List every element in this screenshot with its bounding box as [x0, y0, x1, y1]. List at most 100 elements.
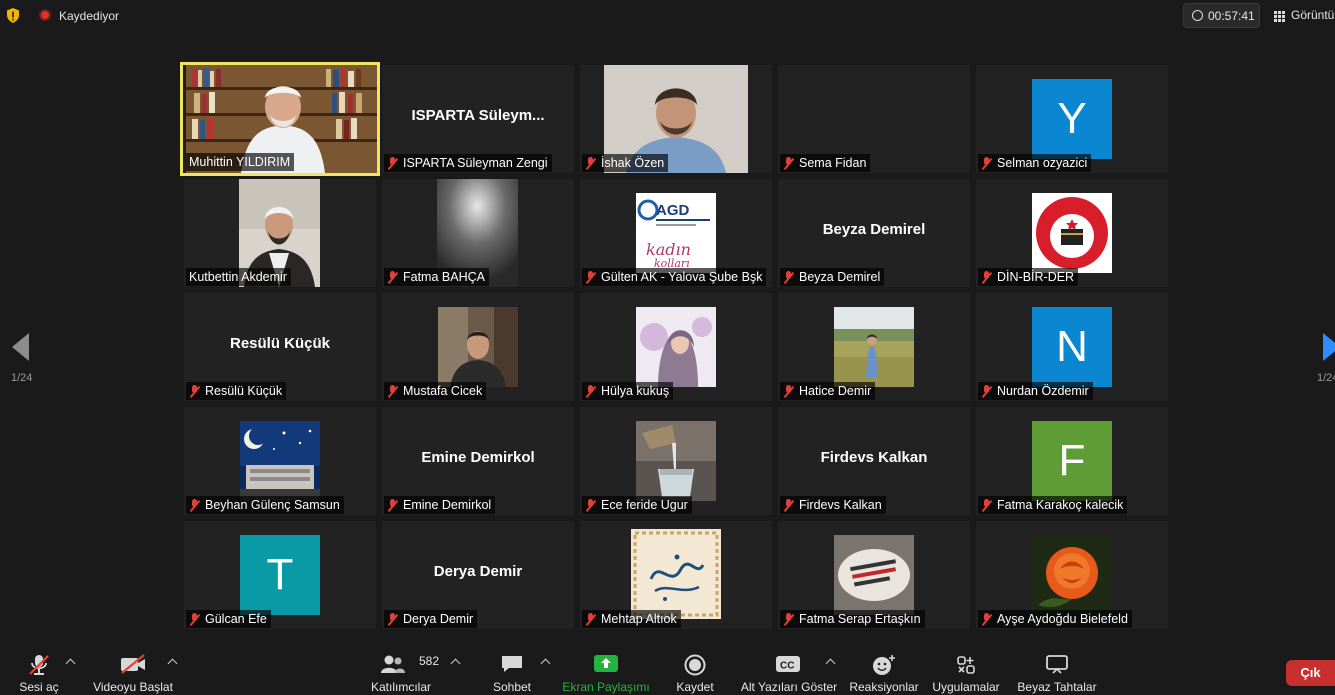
- participant-name-label: Beyhan Gülenç Samsun: [186, 496, 344, 514]
- participant-display-name: Emine Demirkol: [421, 449, 535, 466]
- mic-muted-icon: [585, 270, 596, 284]
- participant-display-name: Firdevs Kalkan: [820, 449, 928, 466]
- whiteboards-button[interactable]: Beyaz Tahtalar: [1012, 645, 1102, 695]
- whiteboards-label: Beyaz Tahtalar: [1017, 680, 1097, 694]
- participant-tile[interactable]: Derya Demir Derya Demir: [382, 521, 574, 629]
- participant-name: Firdevs Kalkan: [799, 498, 882, 512]
- participant-tile[interactable]: DİN-BİR-DER: [976, 179, 1168, 287]
- participant-tile[interactable]: Muhittin YILDIRIM: [180, 62, 380, 176]
- view-label: Görüntü: [1291, 8, 1335, 22]
- chat-options-caret-icon[interactable]: [540, 658, 551, 669]
- participant-tile[interactable]: İshak Özen: [580, 65, 772, 173]
- mic-muted-icon: [783, 498, 794, 512]
- recording-icon[interactable]: [39, 9, 51, 21]
- participant-name: Mehtap Altıok: [601, 612, 677, 626]
- share-screen-icon: [594, 655, 618, 672]
- start-video-button[interactable]: Videoyu Başlat: [88, 645, 178, 695]
- participant-name-label: Hülya kukuş: [582, 382, 674, 400]
- participant-tile[interactable]: Mehtap Altıok: [580, 521, 772, 629]
- participant-name-label: Muhittin YILDIRIM: [186, 153, 295, 171]
- participant-name: Kutbettin Akdemir: [189, 270, 287, 284]
- mic-muted-icon: [387, 156, 398, 170]
- top-bar: Kaydediyor 00:57:41 Görüntü: [0, 0, 1335, 32]
- participant-name-label: Mehtap Altıok: [582, 610, 681, 628]
- whiteboard-icon: [1046, 655, 1068, 674]
- record-button[interactable]: Kaydet: [668, 645, 722, 695]
- participant-tile[interactable]: Resülü Küçük Resülü Küçük: [184, 293, 376, 401]
- participant-name-label: ISPARTA Süleyman Zengi: [384, 154, 552, 172]
- mic-muted-icon: [783, 270, 794, 284]
- svg-text:AGD: AGD: [656, 202, 690, 219]
- participant-tile[interactable]: Sema Fidan: [778, 65, 970, 173]
- participant-avatar: Y: [1032, 79, 1112, 159]
- participant-photo: [438, 307, 518, 387]
- apps-button[interactable]: Uygulamalar: [928, 645, 1004, 695]
- mic-muted-icon: [981, 270, 992, 284]
- record-icon: [684, 654, 706, 676]
- participant-tile[interactable]: Ece feride Ugur: [580, 407, 772, 515]
- participant-tile[interactable]: Hülya kukuş: [580, 293, 772, 401]
- view-button[interactable]: Görüntü: [1268, 3, 1335, 28]
- chat-label: Sohbet: [492, 680, 532, 694]
- participant-tile[interactable]: N Nurdan Özdemir: [976, 293, 1168, 401]
- participant-tile[interactable]: Hatice Demir: [778, 293, 970, 401]
- mic-muted-icon: [585, 498, 596, 512]
- participant-name: Selman ozyazici: [997, 156, 1088, 170]
- participants-label: Katılımcılar: [370, 680, 431, 694]
- reactions-button[interactable]: Reaksiyonlar: [848, 645, 920, 695]
- participant-tile[interactable]: Emine Demirkol Emine Demirkol: [382, 407, 574, 515]
- participant-display-name: Beyza Demirel: [822, 221, 926, 238]
- mic-muted-icon: [387, 384, 398, 398]
- mic-muted-icon: [189, 612, 200, 626]
- captions-label: Alt Yazıları Göster: [740, 680, 838, 694]
- unmute-label: Sesi aç: [19, 680, 59, 694]
- participant-tile[interactable]: Y Selman ozyazici: [976, 65, 1168, 173]
- participant-name: Muhittin YILDIRIM: [189, 155, 291, 169]
- closed-captions-icon: CC: [776, 656, 801, 672]
- participant-tile[interactable]: F Fatma Karakoç kalecik: [976, 407, 1168, 515]
- participant-tile[interactable]: ISPARTA Süleym... ISPARTA Süleyman Zengi: [382, 65, 574, 173]
- share-screen-button[interactable]: Ekran Paylaşımı: [562, 645, 650, 695]
- participant-name-label: Sema Fidan: [780, 154, 871, 172]
- participant-name-label: Resülü Küçük: [186, 382, 287, 400]
- participant-tile[interactable]: AGD kadın kolları Gülten AK - Yalova Şub…: [580, 179, 772, 287]
- participants-options-caret-icon[interactable]: [450, 658, 461, 669]
- unmute-button[interactable]: Sesi aç: [10, 645, 68, 695]
- recording-label: Kaydediyor: [59, 9, 120, 23]
- participant-tile[interactable]: Fatma Serap Ertaşkın: [778, 521, 970, 629]
- participant-name-label: Ece feride Ugur: [582, 496, 692, 514]
- participant-name: Mustafa Cicek: [403, 384, 483, 398]
- participant-name-label: Kutbettin Akdemir: [186, 268, 291, 286]
- participant-name: Ece feride Ugur: [601, 498, 688, 512]
- participant-name-label: Fatma Serap Ertaşkın: [780, 610, 925, 628]
- participant-name-label: Mustafa Cicek: [384, 382, 487, 400]
- mic-muted-icon: [585, 384, 596, 398]
- start-video-label: Videoyu Başlat: [93, 680, 173, 694]
- participant-tile[interactable]: Fatma BAHÇA: [382, 179, 574, 287]
- reactions-smiley-icon: [873, 655, 895, 675]
- participant-tile[interactable]: Firdevs Kalkan Firdevs Kalkan: [778, 407, 970, 515]
- next-page-arrow-icon[interactable]: [1323, 333, 1335, 361]
- participant-tile[interactable]: Ayşe Aydoğdu Bielefeld: [976, 521, 1168, 629]
- chat-bubble-icon: [502, 656, 522, 672]
- meeting-timer: 00:57:41: [1183, 3, 1260, 28]
- participant-tile[interactable]: Beyza Demirel Beyza Demirel: [778, 179, 970, 287]
- clock-icon: [1192, 10, 1203, 21]
- participant-photo: [1032, 535, 1112, 615]
- participant-logo-image: [1032, 193, 1112, 273]
- chat-button[interactable]: Sohbet: [484, 645, 540, 695]
- previous-page-arrow-icon[interactable]: [12, 333, 29, 361]
- captions-button[interactable]: CC Alt Yazıları Göster: [740, 645, 838, 695]
- participant-tile[interactable]: Kutbettin Akdemir: [184, 179, 376, 287]
- participant-name: Sema Fidan: [799, 156, 867, 170]
- participant-name: Resülü Küçük: [205, 384, 283, 398]
- security-shield-icon[interactable]: [6, 8, 20, 23]
- participant-photo: [834, 307, 914, 387]
- participants-button[interactable]: Katılımcılar: [362, 645, 440, 695]
- participant-tile[interactable]: T Gülcan Efe: [184, 521, 376, 629]
- leave-button[interactable]: Çık: [1286, 660, 1335, 686]
- participant-name: Fatma Serap Ertaşkın: [799, 612, 921, 626]
- participant-tile[interactable]: Beyhan Gülenç Samsun: [184, 407, 376, 515]
- participant-name-label: DİN-BİR-DER: [978, 268, 1079, 286]
- participant-tile[interactable]: Mustafa Cicek: [382, 293, 574, 401]
